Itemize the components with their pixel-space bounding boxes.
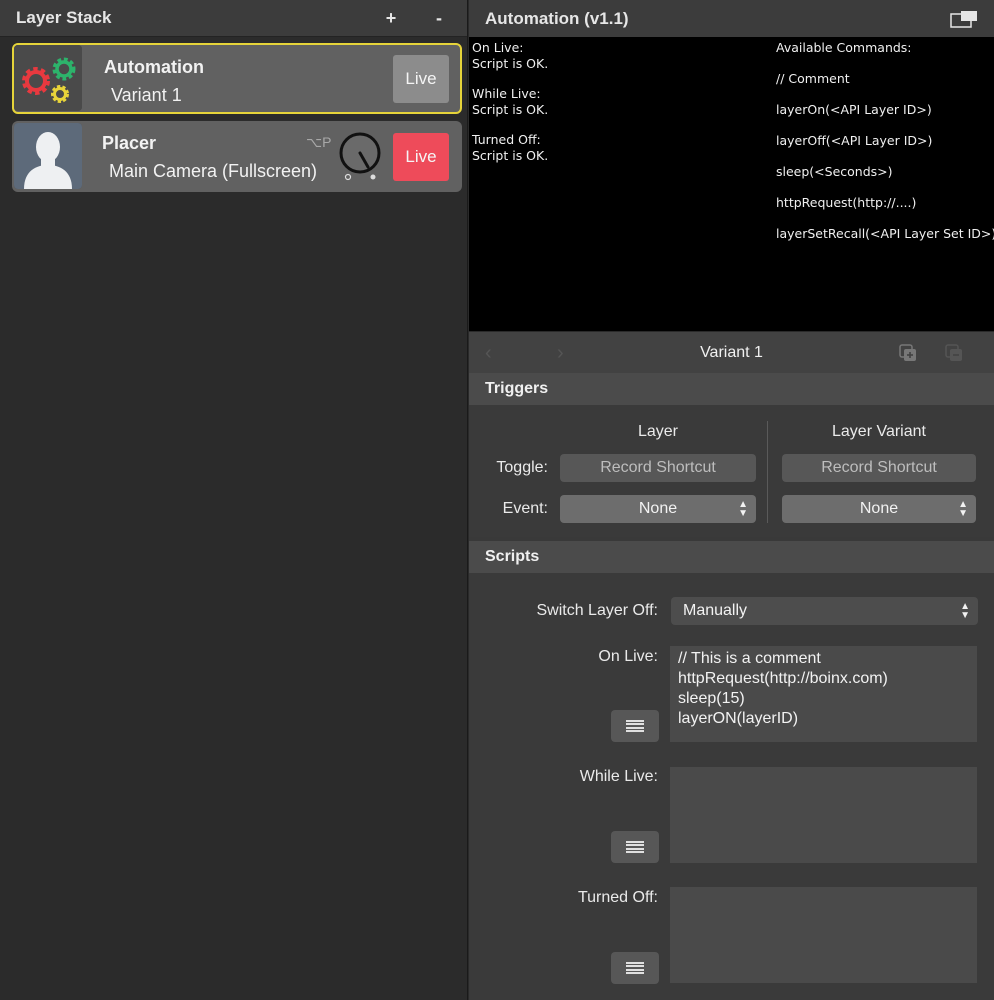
layer-item-placer[interactable]: Placer Main Camera (Fullscreen) ⌥P Live bbox=[12, 121, 462, 192]
automation-inspector: Automation (v1.1) On Live: Script is OK.… bbox=[469, 0, 994, 1000]
add-layer-button[interactable]: + bbox=[379, 8, 403, 29]
add-variant-icon[interactable] bbox=[898, 343, 918, 363]
select-value: None bbox=[638, 500, 678, 517]
status-label: On Live: bbox=[472, 40, 524, 55]
layer-event-select[interactable]: None ▲ ▼ bbox=[560, 495, 756, 523]
command-item: layerOff(<API Layer ID>) bbox=[776, 133, 933, 148]
turned-off-label: Turned Off: bbox=[577, 889, 658, 906]
layer-variant: Variant 1 bbox=[111, 85, 182, 105]
format-script-button[interactable] bbox=[611, 831, 659, 863]
format-lines-icon bbox=[626, 962, 644, 974]
layer-stack-title: Layer Stack bbox=[16, 8, 112, 27]
status-label: While Live: bbox=[472, 86, 541, 101]
triggers-section-header: Triggers bbox=[469, 373, 994, 405]
turned-off-script-editor[interactable] bbox=[669, 886, 978, 984]
inspector-header: Automation (v1.1) bbox=[469, 0, 994, 37]
chevron-updown-icon: ▲ ▼ bbox=[738, 499, 748, 519]
format-lines-icon bbox=[626, 841, 644, 853]
command-item: layerSetRecall(<API Layer Set ID>) bbox=[776, 226, 994, 241]
person-silhouette-icon bbox=[14, 123, 82, 189]
format-lines-icon bbox=[626, 720, 644, 732]
on-live-script-editor[interactable]: // This is a comment httpRequest(http://… bbox=[669, 645, 978, 743]
layer-name: Automation bbox=[104, 57, 204, 77]
status-while-live: While Live: Script is OK. bbox=[472, 86, 548, 118]
format-script-button[interactable] bbox=[611, 710, 659, 742]
layer-variant: Main Camera (Fullscreen) bbox=[109, 161, 318, 181]
chevron-updown-icon: ▲ ▼ bbox=[958, 499, 968, 519]
status-message: Script is OK. bbox=[472, 102, 549, 117]
gears-icon bbox=[14, 45, 82, 111]
switch-layer-off-label: Switch Layer Off: bbox=[536, 602, 658, 619]
event-label: Event: bbox=[502, 500, 548, 517]
opacity-knob[interactable] bbox=[338, 131, 382, 181]
layer-stack-panel: Layer Stack + - Automation Variant 1 Liv… bbox=[0, 0, 468, 1000]
command-item: sleep(<Seconds>) bbox=[776, 164, 893, 179]
detach-window-icon[interactable] bbox=[950, 10, 978, 28]
layer-name: Placer bbox=[102, 133, 157, 153]
scripts-section-header: Scripts bbox=[469, 541, 994, 573]
script-console: On Live: Script is OK. While Live: Scrip… bbox=[469, 37, 994, 331]
remove-variant-icon[interactable] bbox=[944, 343, 964, 363]
select-value: Manually bbox=[683, 602, 748, 619]
live-button[interactable]: Live bbox=[393, 55, 449, 103]
variant-bar: ‹ › Variant 1 bbox=[469, 331, 994, 373]
layer-stack-header: Layer Stack + - bbox=[0, 0, 467, 37]
on-live-label: On Live: bbox=[598, 648, 658, 665]
chevron-updown-icon: ▲ ▼ bbox=[960, 601, 970, 621]
shortcut-label: ⌥P bbox=[306, 134, 332, 150]
layer-variant-column-header: Layer Variant bbox=[832, 423, 926, 440]
variant-record-shortcut-button[interactable]: Record Shortcut bbox=[782, 454, 976, 482]
command-item: httpRequest(http://....) bbox=[776, 195, 917, 210]
command-item: // Comment bbox=[776, 71, 850, 86]
remove-layer-button[interactable]: - bbox=[427, 8, 451, 29]
status-message: Script is OK. bbox=[472, 148, 549, 163]
variant-event-select[interactable]: None ▲ ▼ bbox=[782, 495, 976, 523]
toggle-label: Toggle: bbox=[496, 459, 548, 476]
inspector-title: Automation (v1.1) bbox=[485, 8, 629, 28]
switch-layer-off-select[interactable]: Manually ▲ ▼ bbox=[671, 597, 978, 625]
layer-record-shortcut-button[interactable]: Record Shortcut bbox=[560, 454, 756, 482]
status-on-live: On Live: Script is OK. bbox=[472, 40, 548, 72]
layer-column-header: Layer bbox=[637, 423, 679, 440]
status-label: Turned Off: bbox=[472, 132, 541, 147]
status-message: Script is OK. bbox=[472, 56, 549, 71]
select-value: None bbox=[859, 500, 899, 517]
while-live-script-editor[interactable] bbox=[669, 766, 978, 864]
triggers-divider bbox=[767, 421, 768, 523]
status-turned-off: Turned Off: Script is OK. bbox=[472, 132, 548, 164]
live-button[interactable]: Live bbox=[393, 133, 449, 181]
commands-title: Available Commands: bbox=[776, 40, 912, 55]
command-item: layerOn(<API Layer ID>) bbox=[776, 102, 932, 117]
format-script-button[interactable] bbox=[611, 952, 659, 984]
layer-item-automation[interactable]: Automation Variant 1 Live bbox=[12, 43, 462, 114]
while-live-label: While Live: bbox=[579, 768, 658, 785]
